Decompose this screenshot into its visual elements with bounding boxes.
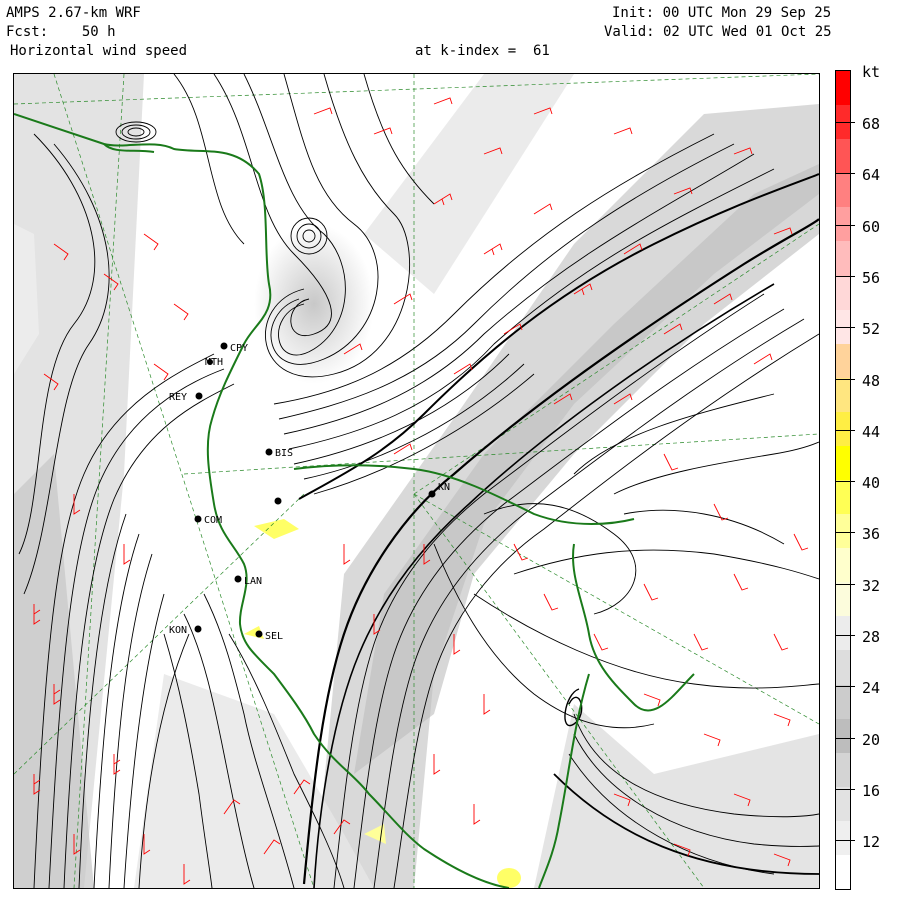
station-bis[interactable]: BIS	[265, 448, 294, 459]
colorbar-tick	[835, 122, 855, 123]
station-mth[interactable]: MTH	[205, 357, 223, 368]
colorbar-segment	[836, 820, 850, 856]
colorbar-label: 32	[862, 576, 881, 595]
colorbar-tick	[835, 583, 855, 585]
init-time: Init: 00 UTC Mon 29 Sep 25	[612, 5, 832, 21]
field-name: Horizontal wind speed	[10, 43, 188, 59]
colorbar-unit: kt	[862, 63, 881, 81]
colorbar-tick	[835, 224, 855, 226]
colorbar-label: 28	[862, 628, 881, 646]
svg-text:COM: COM	[204, 515, 222, 526]
wind-map: CPY MTH REY BIS COM KN LAN KON SEL	[13, 73, 820, 889]
map-svg: CPY MTH REY BIS COM KN LAN KON SEL	[14, 74, 819, 888]
colorbar-segment	[836, 752, 850, 788]
colorbar-segment	[836, 480, 850, 515]
colorbar-segment	[836, 650, 850, 685]
colorbar-label: 68	[862, 115, 881, 133]
colorbar-segment	[836, 718, 850, 754]
colorbar	[835, 70, 851, 890]
colorbar-segment	[836, 616, 850, 651]
svg-text:KN: KN	[438, 482, 450, 493]
model-title: AMPS 2.67-km WRF	[6, 5, 141, 21]
colorbar-label: 20	[862, 730, 881, 749]
colorbar-segment	[836, 786, 850, 822]
colorbar-tick	[835, 327, 855, 329]
forecast-hour: Fcst: 50 h	[6, 24, 116, 40]
speed-shading	[14, 74, 819, 888]
svg-text:CPY: CPY	[230, 343, 248, 354]
colorbar-segment	[836, 139, 850, 174]
colorbar-label: 36	[862, 525, 881, 544]
colorbar-tick	[835, 173, 855, 175]
svg-text:KON: KON	[169, 625, 187, 636]
station-sel[interactable]: SEL	[255, 630, 284, 643]
colorbar-segment	[836, 445, 850, 481]
colorbar-tick	[835, 840, 855, 842]
station-kon[interactable]: KON	[169, 625, 202, 636]
colorbar-segment	[836, 548, 850, 583]
colorbar-label: 64	[862, 166, 881, 185]
colorbar-label: 60	[862, 217, 881, 236]
colorbar-tick	[835, 532, 855, 534]
svg-text:BIS: BIS	[275, 448, 293, 459]
station-rey[interactable]: REY	[169, 392, 203, 403]
colorbar-segment	[836, 275, 850, 311]
colorbar-label: 56	[862, 268, 881, 287]
colorbar-tick	[835, 481, 855, 483]
svg-text:SEL: SEL	[265, 631, 283, 642]
colorbar-segment	[836, 241, 850, 276]
svg-text:LAN: LAN	[244, 576, 262, 587]
colorbar-tick	[835, 635, 855, 636]
colorbar-segment	[836, 514, 850, 549]
colorbar-segment	[836, 582, 850, 617]
colorbar-label: 40	[862, 474, 881, 493]
colorbar-segment	[836, 684, 850, 720]
colorbar-segment	[836, 173, 850, 208]
colorbar-tick	[835, 429, 855, 431]
station-lan[interactable]: LAN	[234, 575, 263, 588]
colorbar-tick	[835, 737, 855, 739]
colorbar-label: 16	[862, 781, 881, 800]
colorbar-tick	[835, 275, 855, 277]
station-com[interactable]: COM	[194, 515, 223, 526]
station-cpy[interactable]: CPY	[220, 342, 249, 355]
colorbar-label: 44	[862, 422, 881, 441]
colorbar-tick	[835, 378, 855, 380]
svg-text:MTH: MTH	[205, 357, 223, 368]
colorbar-label: 48	[862, 371, 881, 390]
colorbar-label: 24	[862, 679, 881, 698]
colorbar-segment	[836, 854, 850, 890]
colorbar-label: 12	[862, 833, 881, 852]
colorbar-segment	[836, 71, 850, 106]
colorbar-tick	[835, 788, 855, 790]
colorbar-tick	[835, 686, 855, 688]
valid-time: Valid: 02 UTC Wed 01 Oct 25	[604, 24, 832, 40]
vertical-level: at k-index = 61	[415, 43, 550, 59]
svg-text:REY: REY	[169, 392, 187, 403]
colorbar-label: 52	[862, 320, 881, 339]
colorbar-segment	[836, 343, 850, 379]
station-unlabeled[interactable]	[274, 497, 282, 505]
colorbar-segment	[836, 377, 850, 413]
